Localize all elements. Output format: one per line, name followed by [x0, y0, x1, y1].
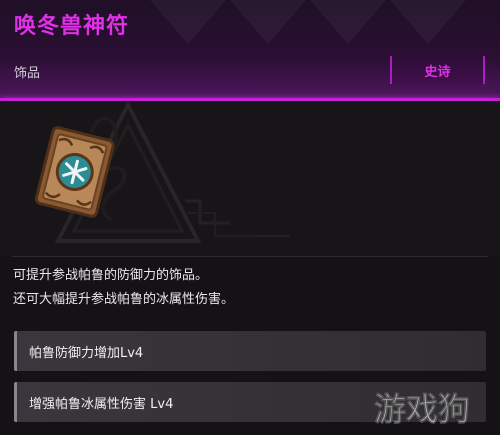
svg-text:游戏狗: 游戏狗	[374, 390, 470, 428]
description-line: 还可大幅提升参战帕鲁的冰属性伤害。	[13, 292, 235, 307]
item-art-panel	[0, 100, 500, 256]
stat-row-defense: 帕鲁防御力增加Lv4	[14, 331, 486, 371]
item-category: 饰品	[14, 66, 41, 81]
item-art	[34, 100, 290, 243]
item-description: 可提升参战帕鲁的防御力的饰品。 还可大幅提升参战帕鲁的冰属性伤害。	[13, 264, 234, 312]
header-decoration	[230, 0, 306, 44]
header-decoration	[150, 0, 226, 44]
rarity-badge: 史诗	[390, 56, 485, 84]
stat-label: 帕鲁防御力增加Lv4	[29, 345, 144, 361]
header-decoration	[310, 0, 386, 44]
watermark-logo: 游戏狗	[374, 390, 471, 429]
section-divider	[12, 256, 488, 257]
header-decoration	[390, 0, 466, 44]
item-title: 唤冬兽神符	[14, 14, 130, 39]
description-line: 可提升参战帕鲁的防御力的饰品。	[13, 268, 209, 283]
stat-label: 增强帕鲁冰属性伤害 Lv4	[29, 396, 174, 412]
